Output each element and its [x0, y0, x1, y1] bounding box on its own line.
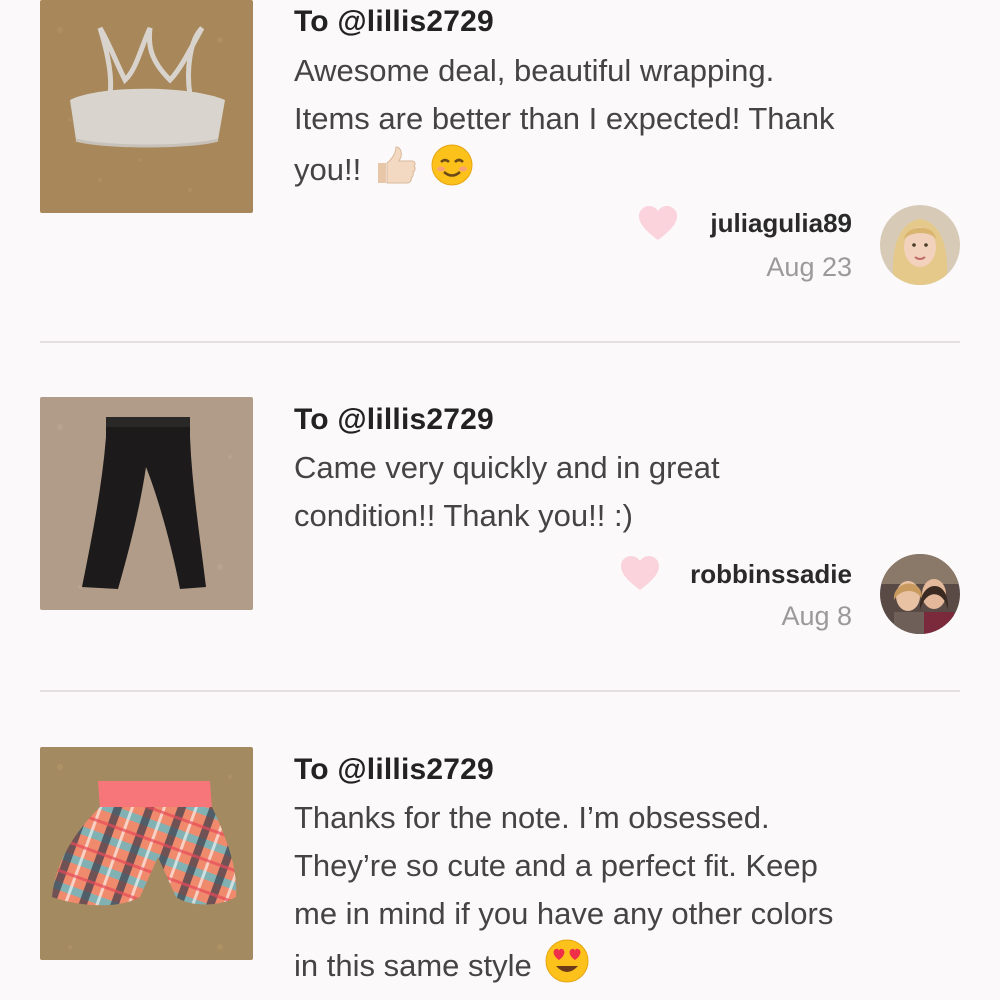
reviewer-username[interactable]: robbinssadie	[592, 559, 852, 590]
plaid-shorts-photo	[40, 747, 253, 960]
review-date: Aug 8	[781, 601, 852, 631]
message-line: Awesome deal, beautiful wrapping.	[294, 53, 775, 88]
reviewer-avatar[interactable]	[880, 554, 960, 634]
item-thumbnail[interactable]	[40, 747, 253, 960]
review-divider	[40, 690, 960, 692]
message-line: They’re so cute and a perfect fit. Keep	[294, 848, 818, 883]
message-line: Thanks for the note. I’m obsessed.	[294, 800, 770, 835]
review-divider	[40, 341, 960, 343]
review-message: Thanks for the note. I’m obsessed. They’…	[294, 794, 964, 998]
message-line-text: you!!	[294, 152, 362, 188]
review-recipient: To @lillis2729	[294, 753, 494, 786]
message-line: condition!! Thank you!! :)	[294, 498, 633, 533]
review-recipient: To @lillis2729	[294, 403, 494, 436]
message-line: Items are better than I expected! Thank	[294, 101, 835, 136]
sports-bra-photo	[40, 0, 253, 213]
black-leggings-photo	[40, 397, 253, 610]
item-thumbnail[interactable]	[40, 0, 253, 213]
message-line: me in mind if you have any other colors	[294, 896, 834, 931]
message-line: you!!	[294, 143, 964, 201]
item-thumbnail[interactable]	[40, 397, 253, 610]
review-date: Aug 23	[766, 252, 852, 282]
heart-eyes-icon	[544, 938, 590, 998]
review-recipient: To @lillis2729	[294, 5, 494, 38]
review-message: Came very quickly and in great condition…	[294, 444, 964, 540]
thumbs-up-icon	[374, 145, 418, 199]
smiling-face-icon	[430, 143, 474, 201]
review-message: Awesome deal, beautiful wrapping. Items …	[294, 47, 964, 201]
message-line-text: in this same style	[294, 948, 532, 984]
reviewer-username[interactable]: juliagulia89	[592, 208, 852, 239]
reviewer-avatar[interactable]	[880, 205, 960, 285]
message-line: in this same style	[294, 938, 964, 998]
message-line: Came very quickly and in great	[294, 450, 720, 485]
